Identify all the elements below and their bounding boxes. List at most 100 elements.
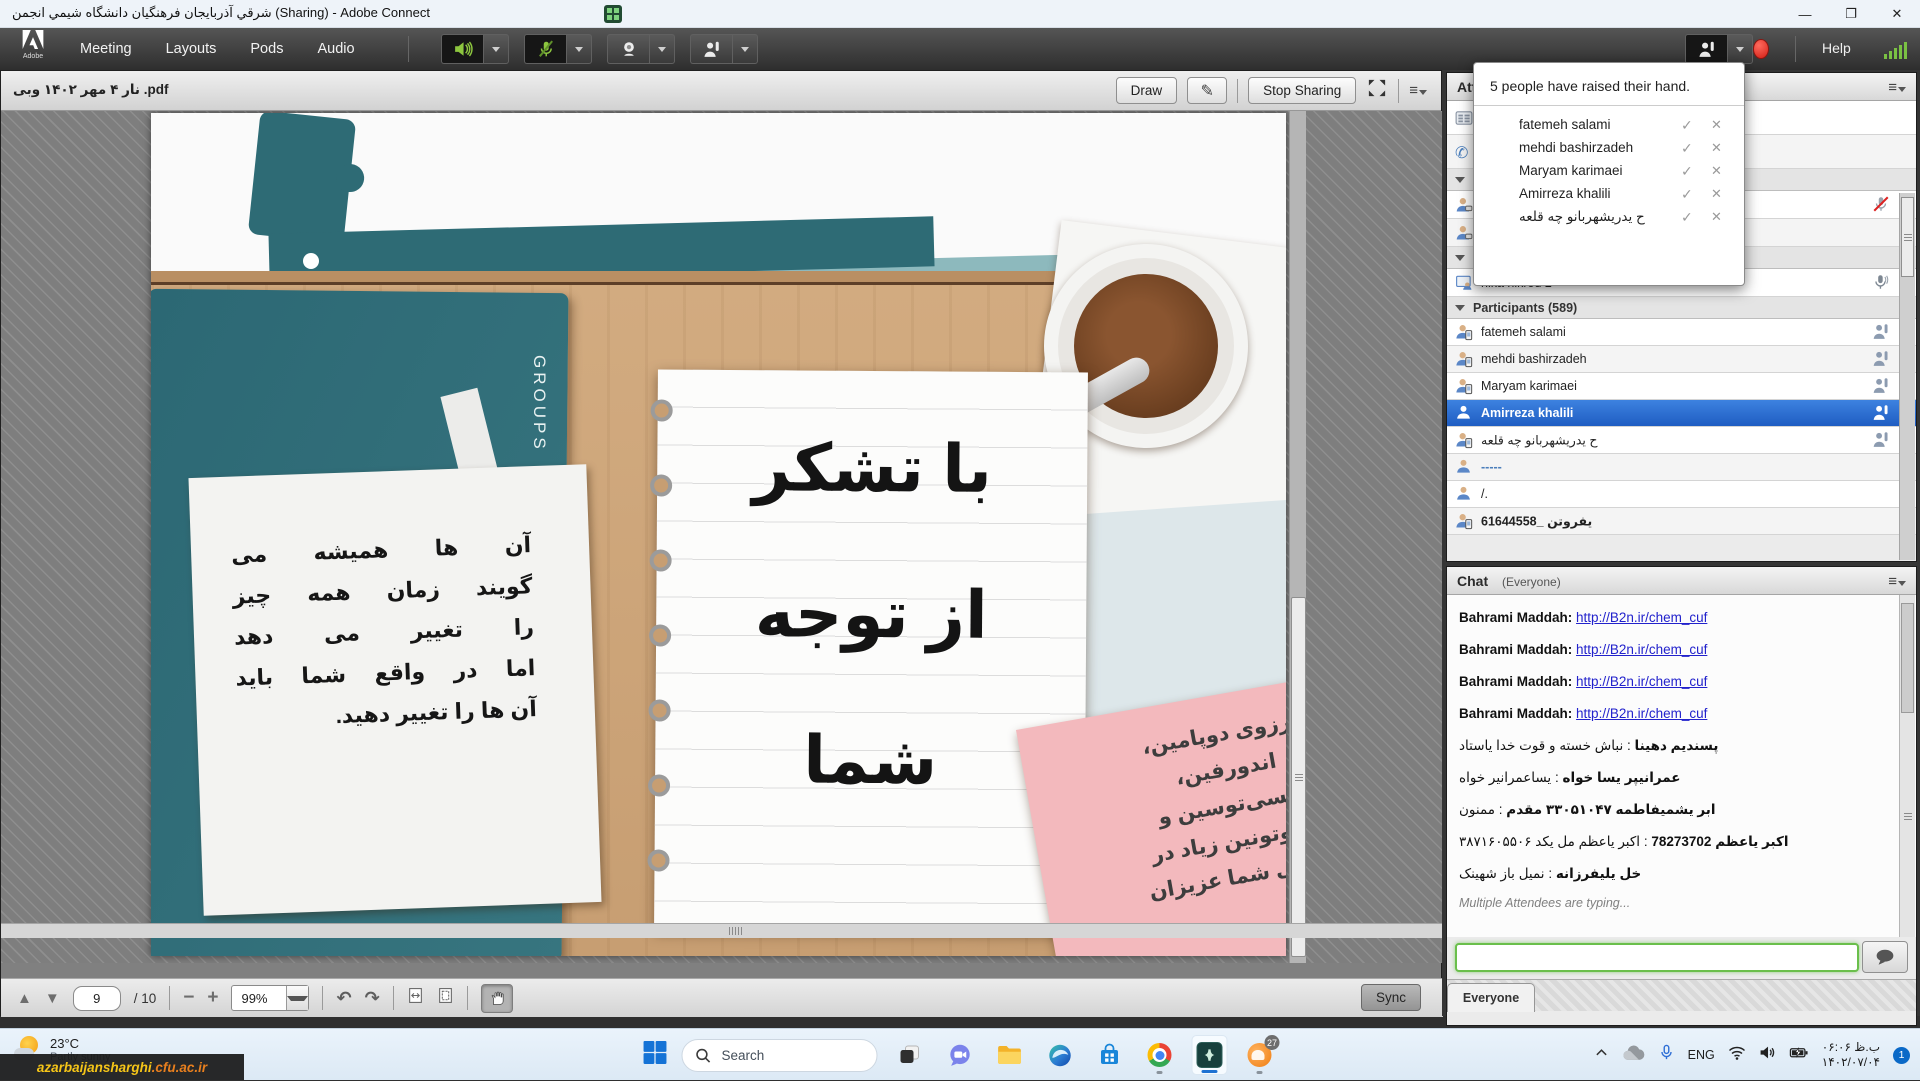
horizontal-scrollbar[interactable]: [1, 923, 1443, 938]
status-dropdown[interactable]: [732, 34, 758, 64]
collapse-arrow-icon[interactable]: [1455, 177, 1465, 183]
participant-row[interactable]: fatemeh salami: [1447, 319, 1916, 346]
horizontal-scrollbar-grip[interactable]: [729, 927, 743, 935]
language-indicator[interactable]: ENG: [1688, 1048, 1715, 1062]
page-number-input[interactable]: 9: [73, 986, 121, 1011]
help-menu[interactable]: Help: [1822, 40, 1851, 56]
start-button[interactable]: [643, 1040, 668, 1070]
pen-icon: ✎: [1200, 81, 1213, 101]
participant-row[interactable]: 61644558_ یفروتن: [1447, 508, 1916, 535]
section-participants[interactable]: Participants (589): [1447, 297, 1916, 319]
approve-hand-icon[interactable]: ✓: [1681, 186, 1693, 203]
sync-button[interactable]: Sync: [1361, 984, 1421, 1011]
dismiss-hand-icon[interactable]: ✕: [1711, 209, 1722, 225]
onedrive-icon[interactable]: [1622, 1045, 1645, 1066]
zoom-out-button[interactable]: −: [183, 987, 194, 1009]
speaker-dropdown[interactable]: [483, 34, 509, 64]
wifi-icon[interactable]: [1728, 1045, 1746, 1065]
approve-hand-icon[interactable]: ✓: [1681, 140, 1693, 157]
minimize-button[interactable]: —: [1782, 0, 1828, 28]
chat-link[interactable]: http://B2n.ir/chem_cuf: [1576, 674, 1707, 689]
pan-tool-button[interactable]: [481, 984, 513, 1013]
participant-row[interactable]: -----: [1447, 454, 1916, 481]
chat-scrollbar-thumb[interactable]: [1901, 603, 1914, 713]
redo-button[interactable]: ↷: [365, 988, 380, 1009]
dismiss-hand-icon[interactable]: ✕: [1711, 186, 1722, 202]
chrome-icon[interactable]: [1142, 1035, 1178, 1075]
participant-row[interactable]: /.: [1447, 481, 1916, 508]
tray-chevron-icon[interactable]: [1594, 1046, 1609, 1064]
teams-chat-icon[interactable]: [942, 1035, 978, 1075]
microphone-dropdown[interactable]: [566, 34, 592, 64]
speaker-icon: [453, 40, 473, 58]
battery-icon[interactable]: [1789, 1045, 1809, 1065]
speaker-button[interactable]: [441, 34, 483, 64]
notification-count-badge[interactable]: 1: [1893, 1047, 1910, 1064]
dismiss-hand-icon[interactable]: ✕: [1711, 117, 1722, 133]
pod-menu-icon[interactable]: ≡: [1888, 79, 1906, 96]
pod-menu-icon[interactable]: ≡: [1888, 573, 1906, 590]
next-page-button[interactable]: ▼: [45, 990, 60, 1007]
approve-hand-icon[interactable]: ✓: [1681, 163, 1693, 180]
chat-link[interactable]: http://B2n.ir/chem_cuf: [1576, 642, 1707, 657]
raise-hand-status-button[interactable]: [690, 34, 732, 64]
chat-link[interactable]: http://B2n.ir/chem_cuf: [1576, 706, 1707, 721]
previous-page-button[interactable]: ▲: [17, 990, 32, 1007]
collapse-arrow-icon[interactable]: [1455, 305, 1465, 311]
zoom-level-select[interactable]: 99%: [231, 985, 309, 1011]
approve-hand-icon[interactable]: ✓: [1681, 117, 1693, 134]
task-view-icon[interactable]: [892, 1035, 928, 1075]
participant-row[interactable]: Amirreza khalili: [1447, 400, 1916, 427]
fullscreen-icon[interactable]: [1366, 78, 1388, 103]
chat-link[interactable]: http://B2n.ir/chem_cuf: [1576, 610, 1707, 625]
raised-hands-indicator-button[interactable]: [1685, 34, 1727, 64]
vertical-scrollbar[interactable]: [1289, 111, 1306, 963]
undo-button[interactable]: ↶: [336, 988, 351, 1009]
menu-layouts[interactable]: Layouts: [166, 41, 217, 57]
taskbar-search-input[interactable]: Search: [682, 1039, 878, 1072]
chat-tab-everyone[interactable]: Everyone: [1447, 983, 1535, 1012]
menu-audio[interactable]: Audio: [317, 41, 354, 57]
maximize-button[interactable]: ❐: [1828, 0, 1874, 28]
pod-menu-icon[interactable]: ≡: [1409, 82, 1427, 99]
tray-clock[interactable]: ۰۶:۰۶ ب.ظ ۱۴۰۲/۰۷/۰۴: [1822, 1040, 1880, 1070]
close-button[interactable]: ✕: [1874, 0, 1920, 28]
volume-icon[interactable]: [1759, 1045, 1776, 1065]
participant-name: -----: [1481, 460, 1502, 474]
send-message-button[interactable]: [1862, 941, 1908, 973]
adobe-connect-taskbar-icon[interactable]: [1192, 1035, 1228, 1075]
menu-meeting[interactable]: Meeting: [80, 41, 132, 57]
attendees-scrollbar[interactable]: [1899, 193, 1915, 560]
participant-row[interactable]: قلعه چه یدریشهربانو ح: [1447, 427, 1916, 454]
fit-page-button[interactable]: [437, 987, 454, 1009]
draw-button[interactable]: Draw: [1116, 77, 1178, 104]
phone-icon[interactable]: ✆: [1455, 143, 1473, 161]
dashboard-icon[interactable]: [1455, 109, 1473, 127]
approve-hand-icon[interactable]: ✓: [1681, 209, 1693, 226]
attendees-scrollbar-thumb[interactable]: [1901, 197, 1914, 277]
microphone-muted-button[interactable]: [524, 34, 566, 64]
vertical-scrollbar-thumb[interactable]: [1291, 597, 1306, 957]
chat-scrollbar[interactable]: [1899, 595, 1915, 937]
collapse-arrow-icon[interactable]: [1455, 255, 1465, 261]
fit-width-button[interactable]: [407, 987, 424, 1009]
webcam-dropdown[interactable]: [649, 34, 675, 64]
tray-microphone-icon[interactable]: [1658, 1044, 1675, 1066]
zoom-dropdown-icon[interactable]: [286, 986, 308, 1010]
participant-row[interactable]: Maryam karimaei: [1447, 373, 1916, 400]
menu-pods[interactable]: Pods: [250, 41, 283, 57]
participant-row[interactable]: mehdi bashirzadeh: [1447, 346, 1916, 373]
microsoft-store-icon[interactable]: [1092, 1035, 1128, 1075]
edge-icon[interactable]: [1042, 1035, 1078, 1075]
zoom-in-button[interactable]: +: [207, 987, 218, 1009]
dismiss-hand-icon[interactable]: ✕: [1711, 140, 1722, 156]
file-explorer-icon[interactable]: [992, 1035, 1028, 1075]
pen-tool-button[interactable]: ✎: [1187, 77, 1227, 104]
calendar-app-icon[interactable]: 27: [1242, 1035, 1278, 1075]
webcam-button[interactable]: [607, 34, 649, 64]
dismiss-hand-icon[interactable]: ✕: [1711, 163, 1722, 179]
chat-input[interactable]: [1455, 943, 1859, 972]
stop-sharing-button[interactable]: Stop Sharing: [1248, 77, 1356, 104]
connection-signal-icon[interactable]: [1884, 42, 1907, 59]
raised-hands-dropdown[interactable]: [1727, 34, 1753, 64]
